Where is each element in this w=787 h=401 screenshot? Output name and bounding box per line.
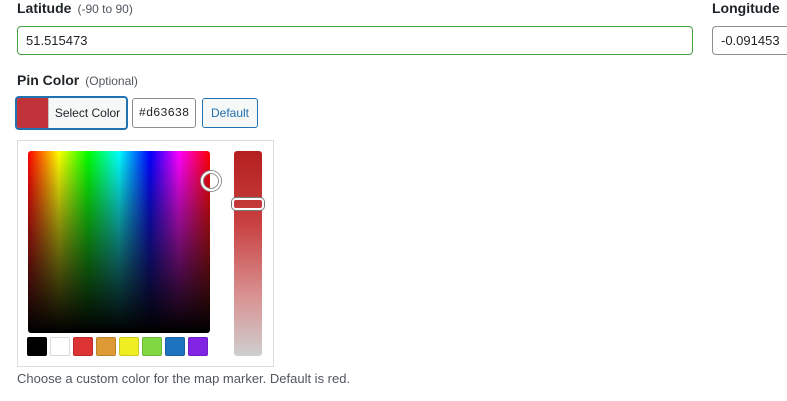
longitude-label: Longitude [712,0,780,16]
latitude-input[interactable]: 51.515473 [17,26,693,55]
palette-swatch-green[interactable] [142,337,162,356]
strip-slider-handle[interactable] [232,198,264,210]
latitude-label: Latitude (-90 to 90) [17,0,133,16]
color-picker-square[interactable] [28,151,210,333]
palette-swatch-red[interactable] [73,337,93,356]
pin-color-hint: (Optional) [85,74,138,88]
latitude-hint: (-90 to 90) [77,2,133,16]
latitude-label-text: Latitude [17,0,72,16]
pin-color-help-text: Choose a custom color for the map marker… [17,371,351,386]
longitude-input[interactable]: -0.091453 [712,26,787,55]
color-palette [27,337,208,356]
select-color-button[interactable]: Select Color [16,97,127,129]
pin-color-label-text: Pin Color [17,72,80,88]
color-picker-handle[interactable] [201,171,221,191]
pin-color-label: Pin Color (Optional) [17,72,138,88]
select-color-label: Select Color [49,98,126,128]
current-color-swatch [17,98,49,128]
palette-swatch-white[interactable] [50,337,70,356]
palette-swatch-black[interactable] [27,337,47,356]
color-saturation-strip[interactable] [234,151,262,356]
palette-swatch-purple[interactable] [188,337,208,356]
palette-swatch-blue[interactable] [165,337,185,356]
palette-swatch-yellow[interactable] [119,337,139,356]
hex-color-input[interactable]: #d63638 [132,98,196,128]
palette-swatch-orange[interactable] [96,337,116,356]
default-color-button[interactable]: Default [202,98,258,128]
